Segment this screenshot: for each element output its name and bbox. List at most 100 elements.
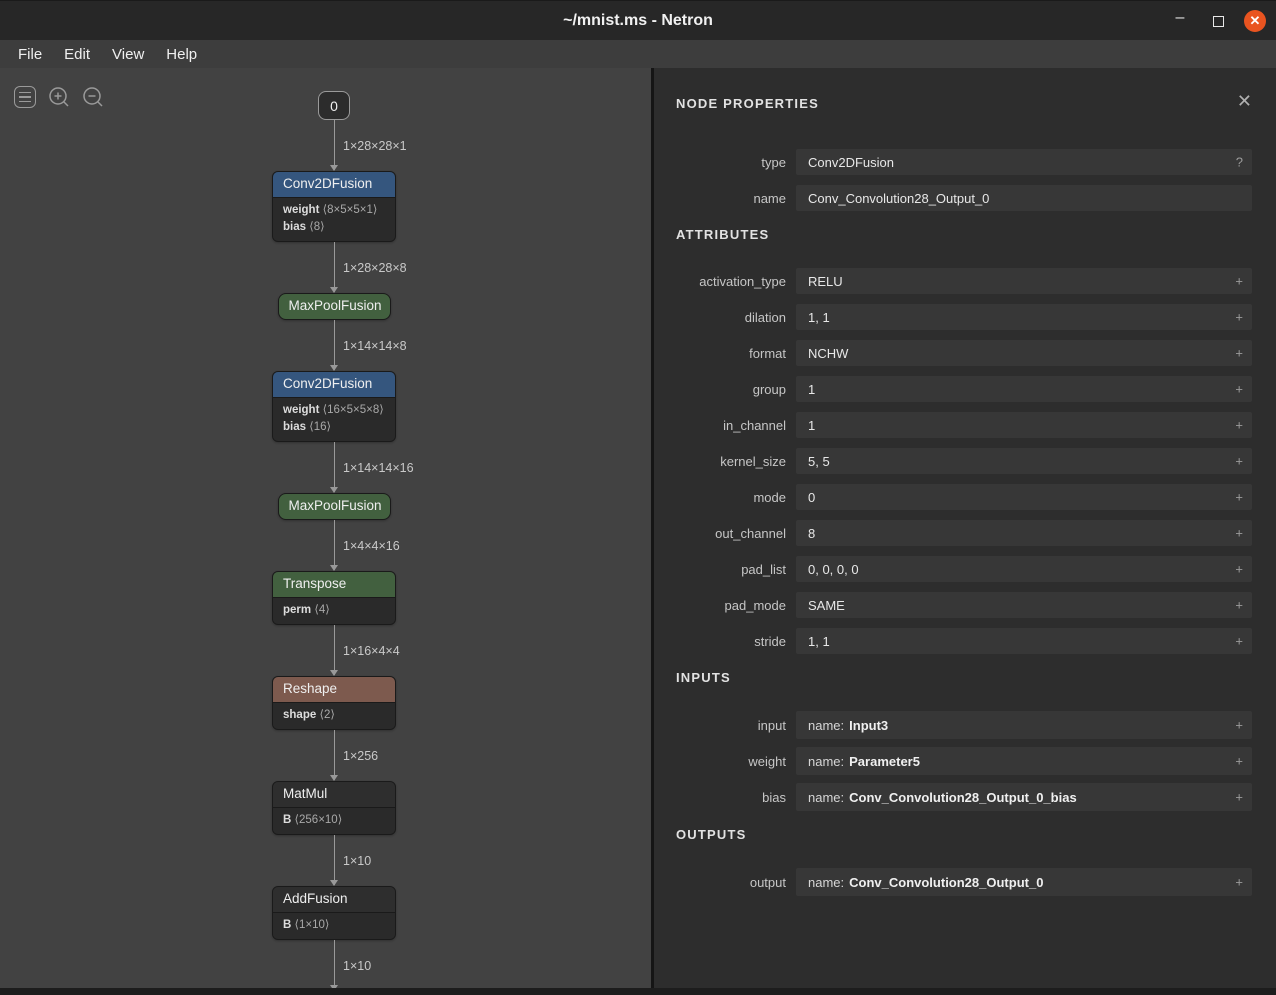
input-row-weight: weight name: Parameter5 + — [676, 747, 1252, 775]
input-row-bias: bias name: Conv_Convolution28_Output_0_b… — [676, 783, 1252, 811]
arrow-down-icon — [330, 565, 338, 571]
menu-edit[interactable]: Edit — [54, 43, 100, 66]
arrow-down-icon — [330, 287, 338, 293]
expand-button[interactable]: + — [1235, 634, 1243, 649]
attribute-row-format: format NCHW + — [676, 340, 1252, 366]
attribute-row-pad-mode: pad_mode SAME + — [676, 592, 1252, 618]
node-header[interactable]: AddFusion — [273, 887, 395, 912]
node-header[interactable]: Conv2DFusion — [273, 172, 395, 197]
output-row-output: output name: Conv_Convolution28_Output_0… — [676, 868, 1252, 896]
arrow-down-icon — [330, 775, 338, 781]
menubar: File Edit View Help — [0, 40, 1276, 68]
graph-node-maxpoolfusion-1[interactable]: MaxPoolFusion — [278, 293, 391, 320]
graph-canvas[interactable]: 0 1×28×28×1 Conv2DFusion weight ⟨8×5×5×1… — [0, 68, 651, 988]
input-value-box[interactable]: name: Conv_Convolution28_Output_0_bias + — [796, 783, 1252, 811]
node-header[interactable]: Conv2DFusion — [273, 372, 395, 397]
attribute-value-box[interactable]: RELU + — [796, 268, 1252, 294]
expand-button[interactable]: + — [1235, 754, 1243, 769]
attribute-value-box[interactable]: 0, 0, 0, 0 + — [796, 556, 1252, 582]
graph-node-conv2dfusion-2[interactable]: Conv2DFusion weight ⟨16×5×5×8⟩ bias ⟨16⟩ — [272, 371, 396, 442]
property-row-type: type Conv2DFusion ? — [676, 149, 1252, 175]
graph-node-conv2dfusion-1[interactable]: Conv2DFusion weight ⟨8×5×5×1⟩ bias ⟨8⟩ — [272, 171, 396, 242]
output-value-box[interactable]: name: Conv_Convolution28_Output_0 + — [796, 868, 1252, 896]
expand-button[interactable]: + — [1235, 875, 1243, 890]
arrow-down-icon — [330, 670, 338, 676]
attribute-value-box[interactable]: NCHW + — [796, 340, 1252, 366]
input-value-box[interactable]: name: Input3 + — [796, 711, 1252, 739]
type-help-button[interactable]: ? — [1236, 155, 1243, 170]
edge-shape-label: 1×10 — [343, 854, 371, 868]
attribute-value-box[interactable]: SAME + — [796, 592, 1252, 618]
expand-button[interactable]: + — [1235, 490, 1243, 505]
property-label: type — [676, 155, 786, 170]
expand-button[interactable]: + — [1235, 790, 1243, 805]
graph-edge: 1×256 — [254, 730, 414, 781]
zoom-out-icon — [81, 85, 105, 109]
menu-help[interactable]: Help — [156, 43, 207, 66]
graph-node-maxpoolfusion-2[interactable]: MaxPoolFusion — [278, 493, 391, 520]
graph-edge: 1×28×28×8 — [254, 242, 414, 293]
expand-button[interactable]: + — [1235, 598, 1243, 613]
attribute-row-dilation: dilation 1, 1 + — [676, 304, 1252, 330]
node-header[interactable]: MatMul — [273, 782, 395, 807]
expand-button[interactable]: + — [1235, 718, 1243, 733]
input-row-input: input name: Input3 + — [676, 711, 1252, 739]
graph-node-addfusion[interactable]: AddFusion B ⟨1×10⟩ — [272, 886, 396, 940]
menu-icon — [14, 86, 36, 108]
edge-shape-label: 1×16×4×4 — [343, 644, 400, 658]
attribute-value-box[interactable]: 1 + — [796, 412, 1252, 438]
minimize-button[interactable]: – — [1168, 9, 1192, 33]
graph-node-reshape[interactable]: Reshape shape ⟨2⟩ — [272, 676, 396, 730]
attribute-value-box[interactable]: 1, 1 + — [796, 628, 1252, 654]
attribute-row-in-channel: in_channel 1 + — [676, 412, 1252, 438]
expand-button[interactable]: + — [1235, 274, 1243, 289]
attribute-value-box[interactable]: 1 + — [796, 376, 1252, 402]
attributes-section-title: ATTRIBUTES — [676, 227, 1252, 242]
edge-shape-label: 1×28×28×1 — [343, 139, 407, 153]
type-value-box[interactable]: Conv2DFusion ? — [796, 149, 1252, 175]
menu-file[interactable]: File — [8, 43, 52, 66]
attribute-value-box[interactable]: 0 + — [796, 484, 1252, 510]
close-button[interactable]: ✕ — [1244, 10, 1266, 32]
attribute-value-box[interactable]: 1, 1 + — [796, 304, 1252, 330]
name-value-box[interactable]: Conv_Convolution28_Output_0 — [796, 185, 1252, 211]
graph-input-node[interactable]: 0 — [318, 91, 350, 120]
arrow-down-icon — [330, 880, 338, 886]
maximize-icon — [1213, 16, 1224, 27]
titlebar: ~/mnist.ms - Netron – ✕ — [0, 0, 1276, 40]
edge-shape-label: 1×256 — [343, 749, 378, 763]
expand-button[interactable]: + — [1235, 382, 1243, 397]
edge-shape-label: 1×14×14×8 — [343, 339, 407, 353]
maximize-button[interactable] — [1206, 9, 1230, 33]
zoom-in-button[interactable] — [47, 85, 71, 109]
inputs-section-title: INPUTS — [676, 670, 1252, 685]
attribute-row-mode: mode 0 + — [676, 484, 1252, 510]
attribute-row-group: group 1 + — [676, 376, 1252, 402]
node-header[interactable]: Reshape — [273, 677, 395, 702]
graph-node-matmul[interactable]: MatMul B ⟨256×10⟩ — [272, 781, 396, 835]
attribute-value-box[interactable]: 5, 5 + — [796, 448, 1252, 474]
expand-button[interactable]: + — [1235, 346, 1243, 361]
arrow-down-icon — [330, 487, 338, 493]
menu-view[interactable]: View — [102, 43, 154, 66]
expand-button[interactable]: + — [1235, 454, 1243, 469]
attribute-value-box[interactable]: 8 + — [796, 520, 1252, 546]
sidebar-menu-button[interactable] — [13, 85, 37, 109]
close-panel-icon[interactable]: ✕ — [1237, 94, 1252, 108]
attribute-row-out-channel: out_channel 8 + — [676, 520, 1252, 546]
expand-button[interactable]: + — [1235, 418, 1243, 433]
expand-button[interactable]: + — [1235, 526, 1243, 541]
node-attributes: B ⟨256×10⟩ — [273, 807, 395, 834]
property-label: name — [676, 191, 786, 206]
edge-shape-label: 1×28×28×8 — [343, 261, 407, 275]
node-attributes: shape ⟨2⟩ — [273, 702, 395, 729]
zoom-out-button[interactable] — [81, 85, 105, 109]
expand-button[interactable]: + — [1235, 562, 1243, 577]
node-header[interactable]: Transpose — [273, 572, 395, 597]
expand-button[interactable]: + — [1235, 310, 1243, 325]
input-value-box[interactable]: name: Parameter5 + — [796, 747, 1252, 775]
graph-edge: 1×10 — [254, 940, 414, 988]
graph-edge: 1×14×14×8 — [254, 320, 414, 371]
window-controls: – ✕ — [1168, 1, 1266, 41]
graph-node-transpose[interactable]: Transpose perm ⟨4⟩ — [272, 571, 396, 625]
